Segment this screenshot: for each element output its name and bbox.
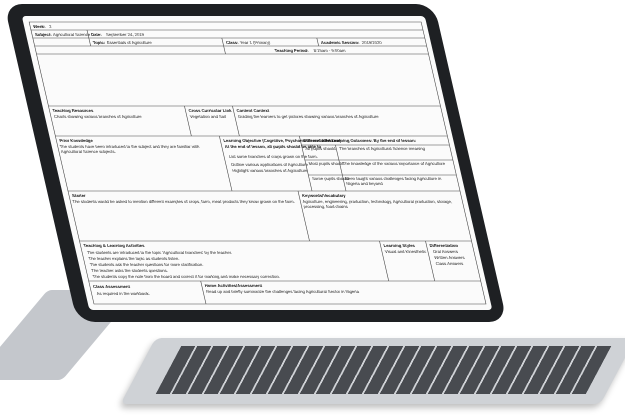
activity-item: The teacher explains the topic as studen… [88, 256, 180, 261]
starter-title: Starter [71, 193, 86, 198]
activity-item: The teacher asks the students questions. [91, 268, 169, 273]
diff-item: Oral Answers [432, 249, 458, 254]
period-label: Teaching Period: [274, 48, 309, 53]
outcome-what: The knowledge of the various importance … [342, 161, 446, 166]
activities-title: Teaching & Learning Activities [83, 243, 146, 248]
class-label: Class: [225, 40, 239, 45]
class-value: Year 1 (Primary) [239, 40, 271, 45]
objective-item: List some branches of crops grown on the… [229, 154, 319, 159]
tablet-screen: .t{font-size:4.2px;fill:#222;} .b{font-s… [21, 16, 493, 310]
tablet-device: .t{font-size:4.2px;fill:#222;} .b{font-s… [4, 4, 508, 322]
assessment-text: As required in the workbook. [96, 291, 150, 296]
styles-text: Visual and Kinesthetic [384, 249, 427, 254]
keyboard-keys [155, 346, 612, 394]
resources-text: Charts showing various branches of Agric… [53, 114, 142, 119]
diff-title: Differentiation [429, 243, 459, 248]
objective-item: Outline various applications of Agricult… [230, 162, 309, 167]
keyboard [120, 338, 625, 404]
activity-item: The students ask the teacher questions f… [89, 262, 203, 267]
objective-item: Highlight various branches of Agricultur… [232, 168, 309, 173]
activity-item: The students copy the note from the boar… [92, 274, 280, 279]
prior-text: The students have been introduced to the… [59, 144, 200, 154]
outcomes-title: Differentiated Learning Outcomes: By the… [303, 138, 417, 143]
resources-title: Teaching Resources [52, 108, 94, 113]
keywords-text-box: Agriculture, engineering, production, te… [301, 199, 453, 209]
outcome-what: The branches of Agricultural Science mea… [339, 146, 426, 151]
keywords-title: Keywords/Vocabulary [301, 193, 346, 198]
date-label: Date: [90, 32, 102, 37]
assessment-title: Class Assessment [92, 284, 131, 289]
starter-text-box: The students would be asked to mention d… [71, 199, 296, 204]
activity-item: The students are introduced to the topic… [87, 250, 233, 255]
lesson-plan-document: .t{font-size:4.2px;fill:#222;} .b{font-s… [28, 21, 487, 305]
starter-text: The students would be asked to mention d… [71, 199, 296, 204]
home-title: Home Activities/Assessment [204, 283, 263, 288]
cross-text: Vegetation and Soil [189, 114, 226, 119]
subject-value: Agricultural Science [52, 32, 91, 37]
keywords-text: Agriculture, engineering, production, te… [301, 199, 453, 209]
period-value: 8:15am - 9:00am [313, 48, 346, 53]
outcome-what-box: Been taught various challenges facing Ag… [344, 176, 442, 186]
diff-item: Written Answers [434, 255, 465, 260]
week-value: 2 [49, 24, 53, 29]
outcome-what: Been taught various challenges facing Ag… [344, 176, 442, 186]
week-label: Week: [33, 24, 46, 29]
topic-value: Essentials of Agriculture [106, 40, 153, 45]
prior-title: Prior Knowledge [59, 138, 94, 143]
cross-title: Cross Curricular Link [188, 108, 233, 113]
topic-label: Topic: [92, 40, 105, 45]
session-label: Academic Session: [320, 40, 360, 45]
styles-title: Learning Styles [383, 243, 416, 248]
prior-text-box: The students have been introduced to the… [59, 144, 200, 154]
content-text: Guiding the learners to get pictures sho… [237, 114, 379, 119]
outcome-who: Most pupils should [308, 161, 345, 166]
date-value: September 24, 2019 [105, 32, 145, 37]
subject-label: Subject: [34, 32, 52, 37]
content-title: Content Context [236, 108, 270, 113]
diff-item: Class Answers [435, 261, 464, 266]
session-value: 2019/2020 [361, 40, 383, 45]
home-text: Read up and briefly summarize the challe… [206, 289, 360, 294]
outcome-who: All pupils should [305, 146, 337, 151]
